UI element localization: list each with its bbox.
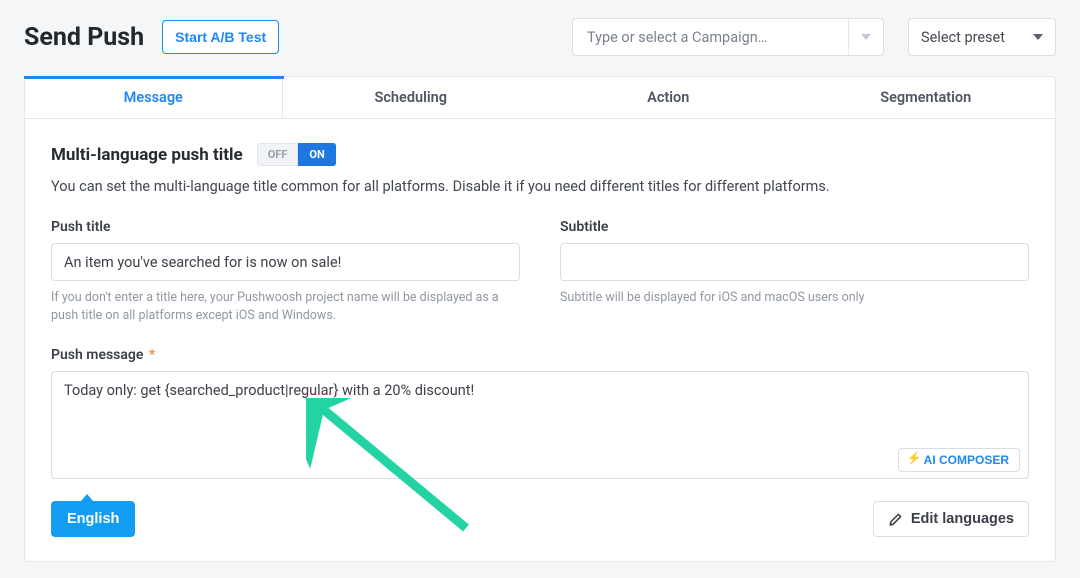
campaign-select[interactable]: Type or select a Campaign… <box>572 18 884 56</box>
push-title-label: Push title <box>51 219 520 235</box>
campaign-placeholder: Type or select a Campaign… <box>573 29 848 46</box>
tab-bar: Message Scheduling Action Segmentation <box>25 77 1055 119</box>
push-title-help: If you don't enter a title here, your Pu… <box>51 289 520 325</box>
chevron-down-icon <box>849 19 883 55</box>
multilang-heading: Multi-language push title <box>51 145 243 165</box>
subtitle-label: Subtitle <box>560 219 1029 235</box>
chevron-down-icon <box>1033 34 1043 40</box>
push-title-input[interactable] <box>51 243 520 281</box>
page-title: Send Push <box>24 23 144 52</box>
multilang-toggle[interactable]: OFF ON <box>257 143 336 166</box>
ai-composer-button[interactable]: AI COMPOSER <box>898 448 1020 472</box>
start-ab-test-button[interactable]: Start A/B Test <box>162 20 279 54</box>
push-message-label: Push message * <box>51 347 1029 363</box>
edit-languages-button[interactable]: Edit languages <box>873 501 1029 537</box>
tab-message[interactable]: Message <box>25 77 283 118</box>
preset-placeholder: Select preset <box>921 29 1005 46</box>
multilang-description: You can set the multi-language title com… <box>51 178 1029 195</box>
tab-scheduling[interactable]: Scheduling <box>283 77 541 118</box>
preset-select[interactable]: Select preset <box>908 18 1056 56</box>
push-message-input[interactable] <box>52 372 1028 478</box>
bolt-icon <box>909 453 918 467</box>
subtitle-help: Subtitle will be displayed for iOS and m… <box>560 289 1029 307</box>
tab-segmentation[interactable]: Segmentation <box>798 77 1056 118</box>
language-chip[interactable]: English <box>51 501 135 537</box>
toggle-on-label: ON <box>298 143 335 166</box>
toggle-off-label: OFF <box>257 143 299 166</box>
push-card: Message Scheduling Action Segmentation M… <box>24 76 1056 562</box>
pencil-icon <box>888 512 903 527</box>
tab-action[interactable]: Action <box>540 77 798 118</box>
subtitle-input[interactable] <box>560 243 1029 281</box>
